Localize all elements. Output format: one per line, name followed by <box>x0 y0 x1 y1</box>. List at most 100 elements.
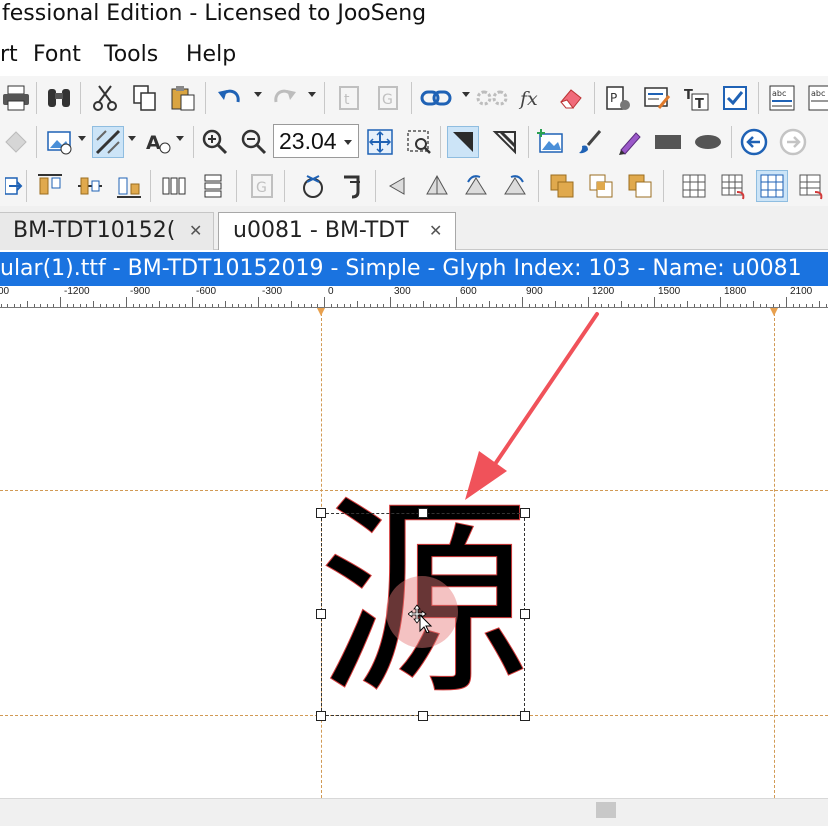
distribute-vertical-icon[interactable] <box>197 170 229 202</box>
intersect-icon[interactable] <box>585 170 617 202</box>
font-properties-icon[interactable]: P <box>602 82 634 114</box>
redo-icon[interactable] <box>268 82 300 114</box>
previous-glyph-icon[interactable] <box>738 126 770 158</box>
link-icon[interactable] <box>420 82 452 114</box>
flip-left-icon[interactable] <box>382 170 414 202</box>
sample-text-icon[interactable]: abc <box>766 82 798 114</box>
rectangle-icon[interactable] <box>652 126 684 158</box>
fill-mode-icon[interactable] <box>92 126 124 158</box>
zoom-out-icon[interactable] <box>238 126 270 158</box>
brush-icon[interactable] <box>574 126 606 158</box>
union-icon[interactable] <box>546 170 578 202</box>
text-style-dropdown-icon[interactable] <box>176 136 184 141</box>
toolbar-separator <box>36 126 37 158</box>
pencil-icon[interactable] <box>613 126 645 158</box>
resize-handle-top-left[interactable] <box>316 508 326 518</box>
glyph-convert-icon[interactable]: t <box>333 82 365 114</box>
link-dropdown-icon[interactable] <box>462 92 470 97</box>
document-tabs: BM-TDT10152( ✕ u0081 - BM-TDT ✕ <box>0 206 828 250</box>
rotate-left-icon[interactable] <box>460 170 492 202</box>
find-binoculars-icon[interactable] <box>43 82 75 114</box>
resize-handle-bottom-left[interactable] <box>316 711 326 721</box>
point-pointer-icon[interactable] <box>489 126 521 158</box>
grid-snap-icon[interactable] <box>717 170 749 202</box>
align-left-edge-icon[interactable] <box>0 170 32 202</box>
background-image-dropdown-icon[interactable] <box>78 136 86 141</box>
zoom-fit-icon[interactable] <box>364 126 396 158</box>
ellipse-icon[interactable] <box>692 126 724 158</box>
fill-mode-dropdown-icon[interactable] <box>128 136 136 141</box>
ruler-tick <box>700 304 702 307</box>
ruler-tick <box>383 304 385 307</box>
fill-bucket-icon[interactable] <box>0 126 32 158</box>
ruler-tick <box>693 304 695 307</box>
text-style-icon[interactable]: A <box>142 126 174 158</box>
grid-icon[interactable] <box>678 170 710 202</box>
ruler-tick <box>673 304 675 307</box>
redo-dropdown-icon[interactable] <box>308 92 316 97</box>
zoom-in-icon[interactable] <box>199 126 231 158</box>
origin-marker-icon[interactable] <box>317 308 325 316</box>
eraser-icon[interactable] <box>555 82 587 114</box>
metrics-edit-icon[interactable] <box>641 82 673 114</box>
distribute-horizontal-icon[interactable] <box>158 170 190 202</box>
copy-icon[interactable] <box>129 82 161 114</box>
zoom-combo[interactable]: 23.04 <box>273 124 359 158</box>
rotate-right-icon[interactable] <box>499 170 531 202</box>
scrollbar-thumb[interactable] <box>596 802 616 818</box>
grid-show-icon[interactable] <box>756 170 788 202</box>
glyph-canvas[interactable]: 源 <box>0 308 828 798</box>
horizontal-scrollbar[interactable] <box>0 798 828 826</box>
subtract-icon[interactable] <box>624 170 656 202</box>
unlink-icon[interactable] <box>476 82 508 114</box>
close-icon[interactable]: ✕ <box>429 213 442 249</box>
select-pointer-icon[interactable] <box>447 126 479 158</box>
menu-insert[interactable]: rt <box>0 40 18 70</box>
align-top-icon[interactable] <box>34 170 66 202</box>
align-bottom-icon[interactable] <box>113 170 145 202</box>
close-icon[interactable]: ✕ <box>189 213 202 249</box>
resize-handle-left[interactable] <box>316 609 326 619</box>
resize-handle-top-right[interactable] <box>520 508 530 518</box>
ruler-tick <box>475 304 477 307</box>
align-middle-icon[interactable] <box>74 170 106 202</box>
print-icon[interactable] <box>0 82 32 114</box>
background-image-icon[interactable] <box>44 126 76 158</box>
next-glyph-icon[interactable] <box>777 126 809 158</box>
undo-dropdown-icon[interactable] <box>254 92 262 97</box>
menu-help[interactable]: Help <box>186 40 236 70</box>
zoom-dropdown-icon[interactable] <box>344 140 352 145</box>
glyph-window-titlebar: ular(1).ttf - BM-TDT10152019 - Simple - … <box>0 252 828 286</box>
ruler-tick <box>330 304 332 307</box>
function-icon[interactable]: fx <box>516 82 548 114</box>
text-tool-icon[interactable]: TT <box>680 82 712 114</box>
validate-checkbox-icon[interactable] <box>719 82 751 114</box>
advance-width-guide[interactable] <box>774 308 775 798</box>
menu-tools[interactable]: Tools <box>104 40 158 70</box>
resize-handle-bottom-right[interactable] <box>520 711 530 721</box>
resize-handle-right[interactable] <box>520 609 530 619</box>
glyph-reference-icon[interactable]: G <box>246 170 278 202</box>
grid-settings-icon[interactable] <box>795 170 827 202</box>
tab-glyph-window[interactable]: u0081 - BM-TDT ✕ <box>218 212 456 250</box>
undo-icon[interactable] <box>214 82 246 114</box>
ruler-tick <box>211 304 213 307</box>
svg-text:G: G <box>382 92 393 108</box>
zoom-selection-icon[interactable] <box>403 126 435 158</box>
cut-icon[interactable] <box>89 82 121 114</box>
flip-up-icon[interactable] <box>421 170 453 202</box>
glyph-template-icon[interactable]: G <box>372 82 404 114</box>
insert-image-icon[interactable] <box>535 126 567 158</box>
horizontal-ruler[interactable]: 00 -1200 -900 -600 -300 0 300 600 900 1200 1500 180… <box>0 286 828 308</box>
resize-handle-top[interactable] <box>418 508 428 518</box>
hook-transform-icon[interactable] <box>336 170 368 202</box>
paste-icon[interactable] <box>167 82 199 114</box>
advance-marker-icon[interactable] <box>770 308 778 316</box>
rotate-icon[interactable] <box>297 170 329 202</box>
resize-handle-bottom[interactable] <box>418 711 428 721</box>
sample-text-2-icon[interactable]: abc <box>805 82 828 114</box>
tab-font-document[interactable]: BM-TDT10152( ✕ <box>0 212 214 250</box>
ruler-tick <box>634 304 636 307</box>
ruler-tick <box>574 304 576 307</box>
menu-font[interactable]: Font <box>33 40 81 70</box>
